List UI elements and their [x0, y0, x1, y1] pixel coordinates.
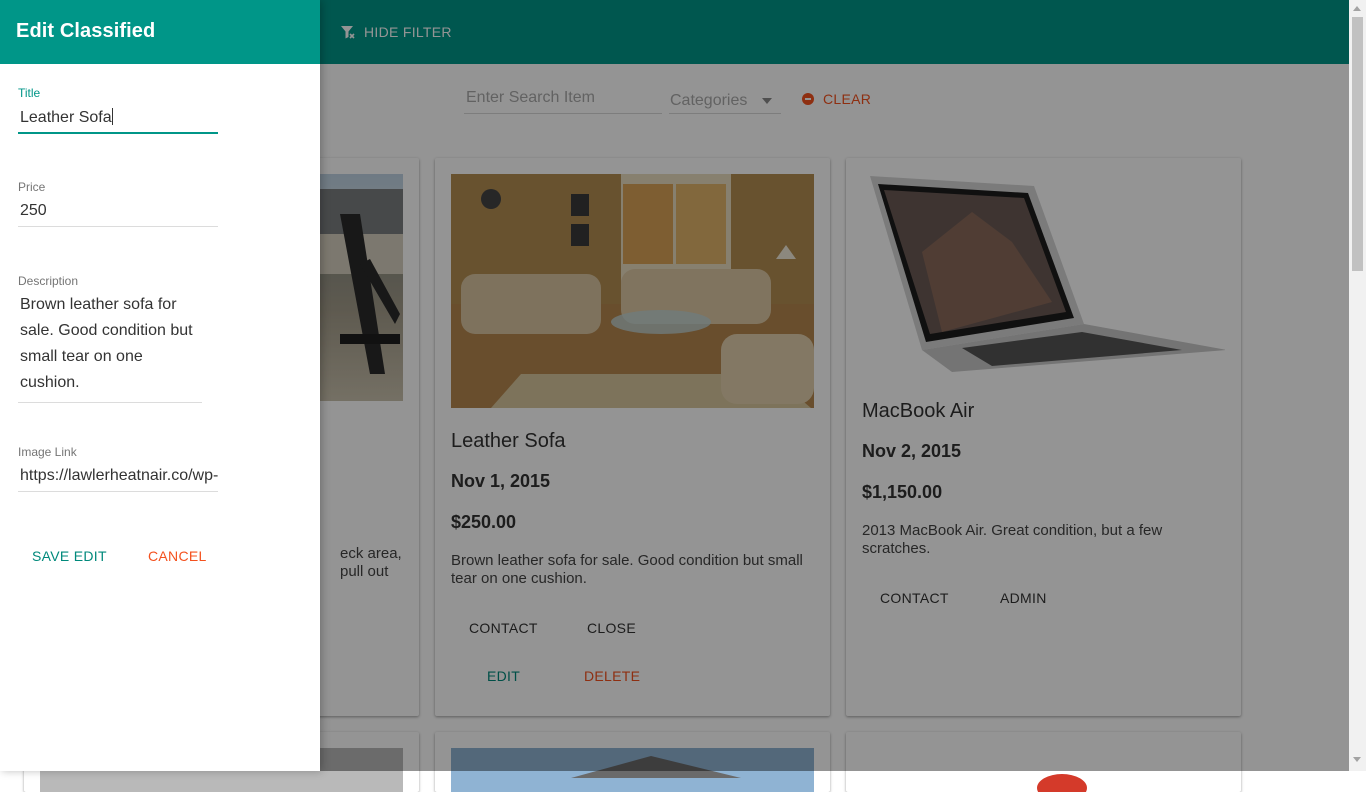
edit-classified-drawer: Edit Classified Title Leather Sofa Price…	[0, 0, 320, 771]
image-link-field[interactable]: Image Link https://lawlerheatnair.co/wp-	[18, 445, 218, 492]
image-link-field-label: Image Link	[18, 445, 77, 459]
price-field[interactable]: Price 250	[18, 180, 218, 227]
drawer-header: Edit Classified	[0, 0, 320, 64]
text-cursor	[111, 108, 113, 125]
scroll-up-arrow-icon[interactable]	[1353, 6, 1361, 11]
price-input[interactable]: 250	[18, 198, 218, 227]
scroll-thumb[interactable]	[1352, 17, 1363, 271]
save-edit-button[interactable]: SAVE EDIT	[32, 548, 107, 564]
cancel-button[interactable]: CANCEL	[148, 548, 207, 564]
image-link-input[interactable]: https://lawlerheatnair.co/wp-	[18, 463, 218, 492]
description-textarea[interactable]: Brown leather sofa for sale. Good condit…	[18, 292, 202, 403]
title-field-label: Title	[18, 86, 41, 100]
price-field-label: Price	[18, 180, 46, 194]
page-scrollbar[interactable]	[1349, 0, 1366, 771]
title-input[interactable]: Leather Sofa	[18, 104, 218, 134]
scroll-down-arrow-icon[interactable]	[1353, 757, 1361, 762]
drawer-title: Edit Classified	[16, 20, 156, 42]
description-field[interactable]: Description Brown leather sofa for sale.…	[18, 274, 218, 403]
description-field-label: Description	[18, 274, 79, 288]
title-field[interactable]: Title Leather Sofa	[18, 86, 218, 134]
